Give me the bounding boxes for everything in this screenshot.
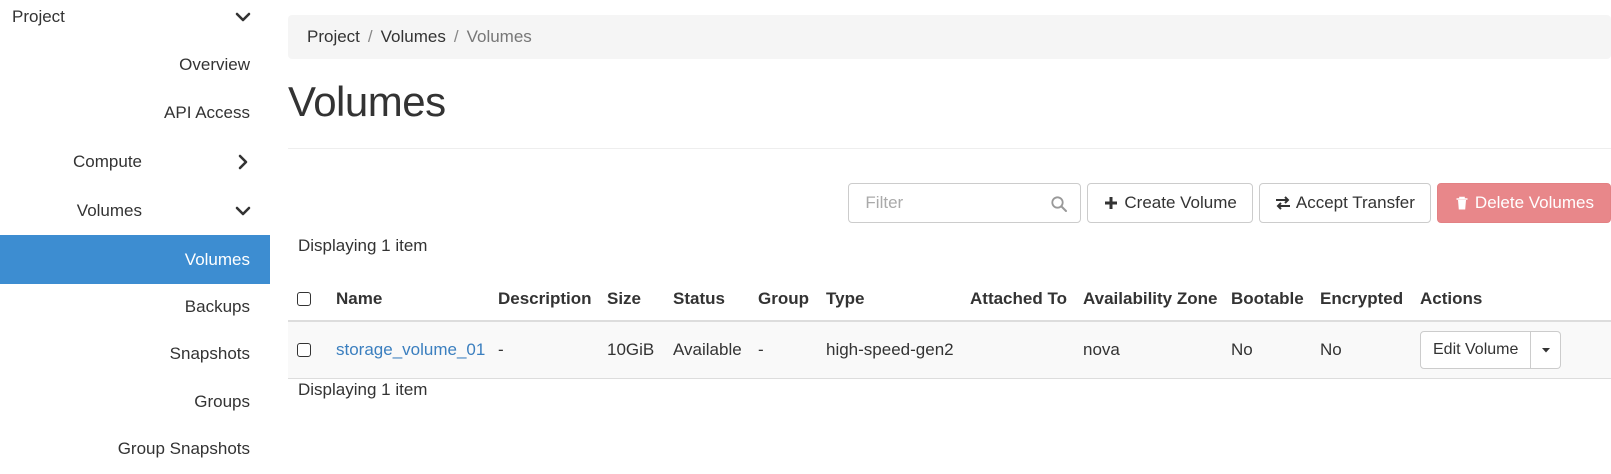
create-volume-button[interactable]: Create Volume [1087,183,1253,223]
header-type[interactable]: Type [826,278,864,320]
header-availability-zone[interactable]: Availability Zone [1083,278,1217,320]
breadcrumb-item-volumes[interactable]: Volumes [381,27,446,47]
sidebar: Project Overview API Access Compute Volu… [0,0,270,474]
cell-availability-zone: nova [1083,340,1120,359]
sidebar-item-volumes[interactable]: Volumes [0,235,270,284]
chevron-down-icon [235,12,251,21]
sidebar-item-label: Overview [179,54,250,74]
row-checkbox[interactable] [297,343,311,357]
cell-description: - [498,340,504,359]
sidebar-group-compute[interactable]: Compute [0,137,270,186]
title-divider [288,148,1611,149]
caret-down-icon [1541,348,1550,353]
create-volume-label: Create Volume [1124,193,1237,212]
sidebar-item-label: API Access [164,102,250,122]
header-encrypted[interactable]: Encrypted [1320,278,1403,320]
sidebar-item-label: Volumes [184,249,250,269]
edit-volume-button[interactable]: Edit Volume [1420,331,1532,369]
breadcrumb-separator: / [453,27,459,46]
header-bootable[interactable]: Bootable [1231,278,1304,320]
accept-transfer-label: Accept Transfer [1295,193,1415,212]
volume-name-link[interactable]: storage_volume_01 [336,340,485,360]
page-title: Volumes [288,78,446,125]
header-size[interactable]: Size [607,278,641,320]
sidebar-item-group-snapshots[interactable]: Group Snapshots [0,424,270,473]
select-all-cell [297,278,311,320]
search-icon[interactable] [1050,195,1068,213]
cell-actions: Edit Volume [1420,322,1562,378]
header-name[interactable]: Name [336,278,382,320]
sidebar-item-api-access[interactable]: API Access [0,88,270,137]
sidebar-item-label: Backups [184,296,250,316]
item-count-bottom: Displaying 1 item [298,380,428,399]
exchange-icon [1275,196,1290,210]
breadcrumb: Project / Volumes / Volumes [288,15,1611,59]
delete-volumes-label: Delete Volumes [1474,193,1594,212]
sidebar-item-snapshots[interactable]: Snapshots [0,329,270,378]
header-attached-to[interactable]: Attached To [970,278,1067,320]
sidebar-project-label: Project [12,6,65,26]
cell-bootable: No [1231,340,1253,359]
header-description[interactable]: Description [498,278,592,320]
sidebar-item-label: Group Snapshots [117,438,250,458]
breadcrumb-item-current: Volumes [466,27,532,46]
sidebar-item-label: Snapshots [169,343,250,363]
volumes-table: Name Description Size Status Group Type … [288,278,1611,379]
header-status[interactable]: Status [673,278,725,320]
sidebar-item-label: Groups [194,391,250,411]
cell-size: 10GiB [607,340,655,359]
accept-transfer-button[interactable]: Accept Transfer [1258,183,1431,223]
app-root: Project Overview API Access Compute Volu… [0,0,1611,474]
select-all-checkbox[interactable] [297,292,311,306]
chevron-down-icon [235,206,251,215]
table-toolbar: Create Volume Accept Transfer Delete Vol… [848,183,1611,223]
trash-icon [1456,196,1468,210]
header-group[interactable]: Group [758,278,809,320]
filter-input[interactable] [863,185,1054,221]
sidebar-item-backups[interactable]: Backups [0,282,270,331]
plus-icon [1105,197,1118,209]
cell-name: storage_volume_01 [336,322,485,378]
breadcrumb-separator: / [367,27,373,46]
sidebar-item-overview[interactable]: Overview [0,40,270,89]
delete-volumes-button[interactable]: Delete Volumes [1436,183,1611,223]
row-select-cell [297,322,311,378]
cell-type: high-speed-gen2 [826,340,954,359]
sidebar-group-volumes[interactable]: Volumes [0,186,270,235]
breadcrumb-item-project[interactable]: Project [307,27,360,47]
row-actions-group: Edit Volume [1420,331,1562,369]
chevron-right-icon [238,154,248,169]
cell-status: Available [673,340,742,359]
header-actions: Actions [1420,289,1483,308]
row-actions-dropdown[interactable] [1531,331,1562,369]
item-count-top: Displaying 1 item [298,236,428,255]
filter-field [848,183,1082,223]
sidebar-item-groups[interactable]: Groups [0,377,270,426]
cell-group: - [758,340,764,359]
table-header-row: Name Description Size Status Group Type … [288,278,1611,322]
sidebar-project-toggle[interactable]: Project [0,0,270,41]
table-row: storage_volume_01 - 10GiB Available - hi… [288,322,1611,379]
cell-encrypted: No [1320,340,1342,359]
